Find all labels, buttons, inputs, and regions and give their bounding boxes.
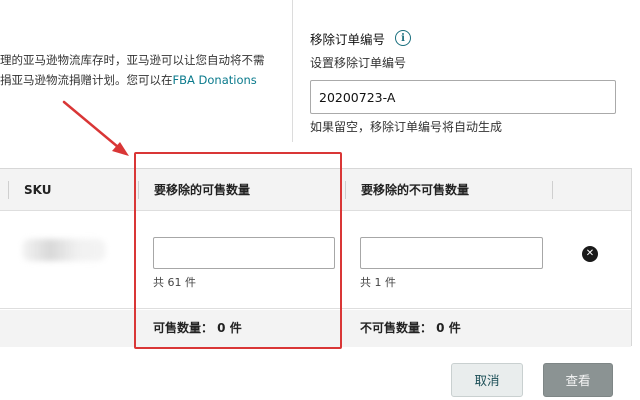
info-line-1: 理的亚马逊物流库存时，亚马逊可以让您自动将不需 (0, 53, 265, 67)
cancel-button[interactable]: 取消 (451, 363, 523, 397)
sellable-count: 可售数量： 0 件 (153, 321, 242, 335)
header-sku: SKU (24, 183, 52, 197)
header-separator (345, 181, 346, 199)
sku-value-blurred (22, 239, 106, 261)
x-circle-icon[interactable]: ✕ (582, 246, 598, 262)
order-title-row: 移除订单编号 i (310, 28, 620, 48)
header-separator (138, 181, 139, 199)
order-hint: 如果留空，移除订单编号将自动生成 (310, 120, 503, 134)
removal-order-section: 移除订单编号 i 设置移除订单编号 如果留空，移除订单编号将自动生成 (310, 28, 620, 134)
table-footer: 可售数量： 0 件 不可售数量： 0 件 (0, 310, 631, 347)
order-subtitle: 设置移除订单编号 (310, 56, 407, 70)
unsellable-quantity-input[interactable] (360, 237, 543, 269)
header-sellable-remove: 要移除的可售数量 (154, 183, 251, 197)
top-panel: 理的亚马逊物流库存时，亚马逊可以让您自动将不需 捐亚马逊物流捐赠计划。您可以在F… (0, 0, 640, 142)
order-title: 移除订单编号 (310, 31, 386, 47)
info-icon[interactable]: i (395, 30, 412, 46)
sellable-quantity-input[interactable] (153, 237, 335, 269)
view-button[interactable]: 查看 (543, 363, 613, 397)
sellable-total: 共 61 件 (153, 276, 196, 289)
table-row: 共 61 件 共 1 件 ✕ (0, 211, 631, 309)
unsellable-count: 不可售数量： 0 件 (360, 321, 461, 335)
removal-table: SKU 要移除的可售数量 要移除的不可售数量 共 61 件 共 1 件 ✕ 可售… (0, 168, 632, 347)
header-separator (552, 181, 553, 199)
info-line-2: 捐亚马逊物流捐赠计划。您可以在FBA Donations (0, 70, 290, 90)
fba-donations-link[interactable]: FBA Donations (173, 73, 257, 87)
header-unsellable-remove: 要移除的不可售数量 (361, 183, 470, 197)
table-header: SKU 要移除的可售数量 要移除的不可售数量 (0, 169, 631, 211)
unsellable-total: 共 1 件 (360, 276, 396, 289)
order-id-input[interactable] (310, 80, 616, 114)
panel-divider (292, 0, 293, 142)
info-line-2-text: 捐亚马逊物流捐赠计划。您可以在 (0, 73, 173, 87)
header-separator (8, 181, 9, 199)
donation-info-text: 理的亚马逊物流库存时，亚马逊可以让您自动将不需 捐亚马逊物流捐赠计划。您可以在F… (0, 50, 290, 90)
